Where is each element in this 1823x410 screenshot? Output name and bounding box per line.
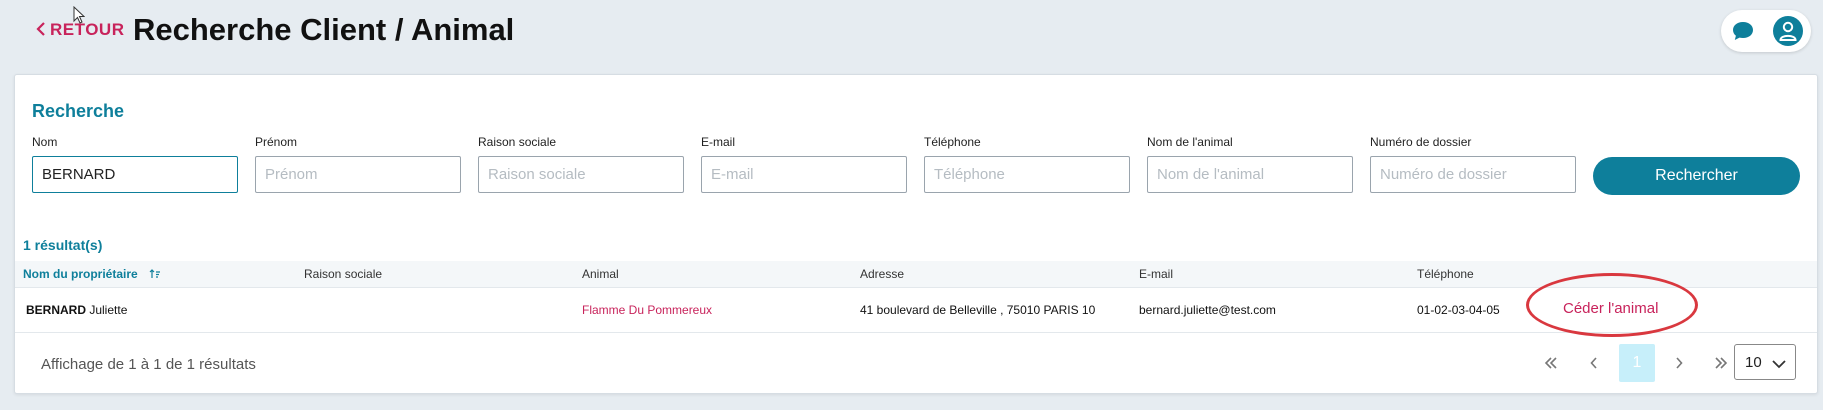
nom-input[interactable] — [32, 156, 238, 193]
column-header-animal[interactable]: Animal — [582, 267, 619, 281]
telephone-input[interactable] — [924, 156, 1130, 193]
column-header-company[interactable]: Raison sociale — [304, 267, 382, 281]
address-cell: 41 boulevard de Belleville , 75010 PARIS… — [860, 303, 1096, 317]
back-label: RETOUR — [50, 20, 125, 39]
field-label: Nom — [32, 135, 58, 149]
column-header-address[interactable]: Adresse — [860, 267, 904, 281]
field-telephone: Téléphone — [924, 135, 1130, 193]
chevron-down-icon — [1772, 356, 1786, 373]
column-header-phone[interactable]: Téléphone — [1417, 267, 1474, 281]
double-chevron-left-icon — [1544, 357, 1557, 369]
field-label: Téléphone — [924, 135, 981, 149]
field-label: Nom de l'animal — [1147, 135, 1233, 149]
per-page-select[interactable]: 10 — [1734, 344, 1796, 380]
field-nom-animal: Nom de l'animal — [1147, 135, 1353, 193]
chat-icon[interactable] — [1730, 18, 1756, 44]
results-summary: Affichage de 1 à 1 de 1 résultats — [41, 356, 256, 373]
sort-ascending-icon[interactable] — [149, 268, 161, 282]
ceder-animal-link[interactable]: Céder l'animal — [1563, 300, 1658, 317]
nom-animal-input[interactable] — [1147, 156, 1353, 193]
chevron-right-icon — [1676, 357, 1683, 369]
search-card: Recherche Nom Prénom Raison sociale E-ma… — [14, 74, 1818, 394]
first-page-button[interactable] — [1533, 344, 1569, 382]
numero-dossier-input[interactable] — [1370, 156, 1576, 193]
field-numero-dossier: Numéro de dossier — [1370, 135, 1576, 193]
animal-link[interactable]: Flamme Du Pommereux — [582, 303, 712, 317]
email-cell: bernard.juliette@test.com — [1139, 303, 1276, 317]
results-count: 1 résultat(s) — [23, 237, 103, 253]
raison-sociale-input[interactable] — [478, 156, 684, 193]
column-header-owner[interactable]: Nom du propriétaire — [23, 267, 161, 282]
column-header-email[interactable]: E-mail — [1139, 267, 1173, 281]
table-row[interactable]: BERNARD Juliette Flamme Du Pommereux 41 … — [15, 273, 1817, 337]
section-title: Recherche — [32, 101, 125, 121]
owner-cell: BERNARD Juliette — [26, 303, 127, 317]
user-icon[interactable] — [1772, 16, 1803, 46]
email-input[interactable] — [701, 156, 907, 193]
double-chevron-right-icon — [1715, 357, 1728, 369]
column-header-label: Nom du propriétaire — [23, 267, 138, 281]
top-bar: RETOUR Recherche Client / Animal — [0, 0, 1823, 68]
page-title: Recherche Client / Animal — [133, 12, 515, 47]
top-actions — [1721, 10, 1811, 52]
field-email: E-mail — [701, 135, 907, 193]
field-label: Raison sociale — [478, 135, 557, 149]
field-label: Numéro de dossier — [1370, 135, 1472, 149]
chevron-left-icon — [36, 21, 46, 39]
prev-page-button[interactable] — [1576, 344, 1612, 382]
field-label: E-mail — [701, 135, 736, 149]
owner-first-name: Juliette — [89, 303, 128, 317]
prenom-input[interactable] — [255, 156, 461, 193]
mouse-cursor-icon — [73, 5, 86, 29]
field-label: Prénom — [255, 135, 298, 149]
owner-last-name: BERNARD — [26, 303, 86, 317]
search-button[interactable]: Rechercher — [1593, 157, 1800, 195]
phone-cell: 01-02-03-04-05 — [1417, 303, 1500, 317]
per-page-value: 10 — [1745, 353, 1762, 371]
page-button-current[interactable]: 1 — [1619, 344, 1655, 382]
field-prenom: Prénom — [255, 135, 461, 193]
field-raison-sociale: Raison sociale — [478, 135, 684, 193]
field-nom: Nom — [32, 135, 238, 193]
next-page-button[interactable] — [1661, 344, 1697, 382]
chevron-left-icon — [1590, 357, 1597, 369]
table-header: Nom du propriétaire Raison sociale Anima… — [15, 261, 1817, 288]
